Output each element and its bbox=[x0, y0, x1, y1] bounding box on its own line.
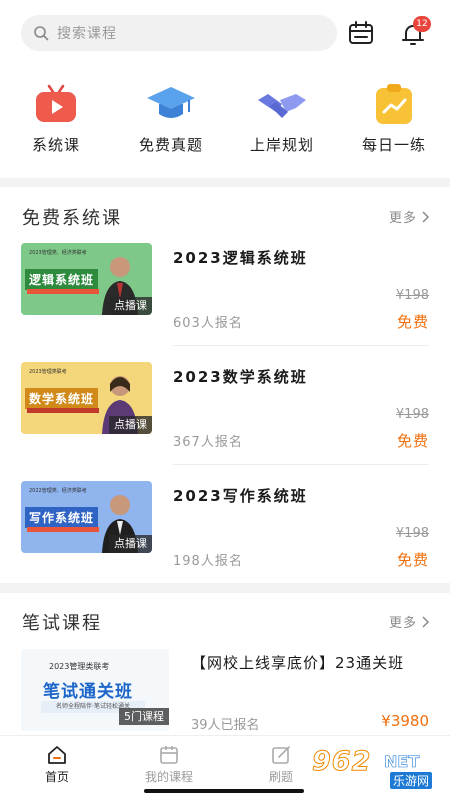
divider bbox=[173, 464, 429, 465]
calendar-icon bbox=[160, 746, 178, 764]
notification-badge: 12 bbox=[413, 16, 431, 32]
course-item[interactable]: 2023管理类、经济类联考 逻辑系统班 点播课 2023逻辑系统班 ¥198 6… bbox=[0, 243, 450, 361]
course-type-tag: 点播课 bbox=[109, 535, 152, 553]
quick-link-free-exams[interactable]: 免费真题 bbox=[123, 82, 219, 155]
course-thumbnail[interactable]: 2023管理类联考 笔试通关班 名师全程陪伴·笔试轻松通关 5门课程 bbox=[21, 649, 169, 731]
price-label: ¥3980 bbox=[381, 712, 429, 730]
price-label: 免费 bbox=[396, 313, 429, 331]
price-label: 免费 bbox=[396, 551, 429, 569]
course-item[interactable]: 2022管理类、经济类联考 写作系统班 点播课 2023写作系统班 ¥198 1… bbox=[0, 481, 450, 599]
enroll-count: 603人报名 bbox=[173, 316, 243, 331]
divider bbox=[173, 345, 429, 346]
course-thumbnail: 2023管理类联考 数学系统班 点播课 bbox=[21, 362, 152, 434]
handshake-icon bbox=[258, 94, 306, 118]
course-name[interactable]: 【网校上线享底价】23通关班 bbox=[191, 651, 431, 675]
chevron-right-icon bbox=[422, 210, 430, 223]
course-item[interactable]: 2023管理类联考 数学系统班 点播课 2023数学系统班 ¥198 367人报… bbox=[0, 362, 450, 480]
watermark-logo: 962 NET 乐游网 bbox=[311, 746, 444, 792]
course-name: 2023数学系统班 bbox=[173, 368, 308, 386]
calendar-icon[interactable] bbox=[347, 20, 375, 46]
enroll-count: 39人已报名 bbox=[191, 718, 260, 733]
section-title: 笔试课程 bbox=[22, 613, 102, 634]
free-courses-section: 免费系统课 更多 2023管理类、经济类联考 逻辑系统班 点播课 2023逻辑系… bbox=[0, 187, 450, 583]
course-name: 2023逻辑系统班 bbox=[173, 249, 308, 267]
quick-links: 系统课 免费真题 上岸规划 每日一练 bbox=[0, 66, 450, 178]
chevron-right-icon bbox=[422, 615, 430, 628]
course-thumbnail: 2023管理类、经济类联考 逻辑系统班 点播课 bbox=[21, 243, 152, 315]
tab-home[interactable]: 首页 bbox=[12, 744, 102, 785]
search-icon bbox=[34, 26, 49, 41]
more-link[interactable]: 更多 bbox=[389, 207, 430, 226]
quick-link-daily-practice[interactable]: 每日一练 bbox=[346, 82, 442, 155]
top-bar: 搜索课程 12 bbox=[0, 0, 450, 66]
original-price: ¥198 bbox=[395, 407, 429, 422]
course-thumbnail: 2022管理类、经济类联考 写作系统班 点播课 bbox=[21, 481, 152, 553]
course-name: 2023写作系统班 bbox=[173, 487, 308, 505]
price-label: 免费 bbox=[396, 432, 429, 450]
original-price: ¥198 bbox=[395, 288, 429, 303]
search-placeholder: 搜索课程 bbox=[57, 26, 117, 42]
quick-link-plan[interactable]: 上岸规划 bbox=[234, 82, 330, 155]
original-price: ¥198 bbox=[395, 526, 429, 541]
search-input[interactable]: 搜索课程 bbox=[21, 15, 337, 51]
enroll-count: 198人报名 bbox=[173, 554, 243, 569]
course-count-tag: 5门课程 bbox=[119, 708, 169, 725]
course-type-tag: 点播课 bbox=[109, 416, 152, 434]
more-link[interactable]: 更多 bbox=[389, 612, 430, 631]
course-type-tag: 点播课 bbox=[109, 297, 152, 315]
home-indicator bbox=[144, 789, 304, 793]
clipboard-trend-icon bbox=[376, 84, 412, 124]
edit-icon bbox=[272, 746, 290, 764]
graduation-cap-icon bbox=[147, 87, 195, 118]
home-icon bbox=[48, 746, 66, 764]
tv-play-icon bbox=[36, 84, 76, 122]
quick-link-system-course[interactable]: 系统课 bbox=[8, 82, 104, 155]
section-title: 免费系统课 bbox=[22, 208, 122, 229]
enroll-count: 367人报名 bbox=[173, 435, 243, 450]
written-courses-section: 笔试课程 更多 2023管理类联考 笔试通关班 名师全程陪伴·笔试轻松通关 5门… bbox=[0, 593, 450, 735]
tab-my-courses[interactable]: 我的课程 bbox=[124, 744, 214, 785]
